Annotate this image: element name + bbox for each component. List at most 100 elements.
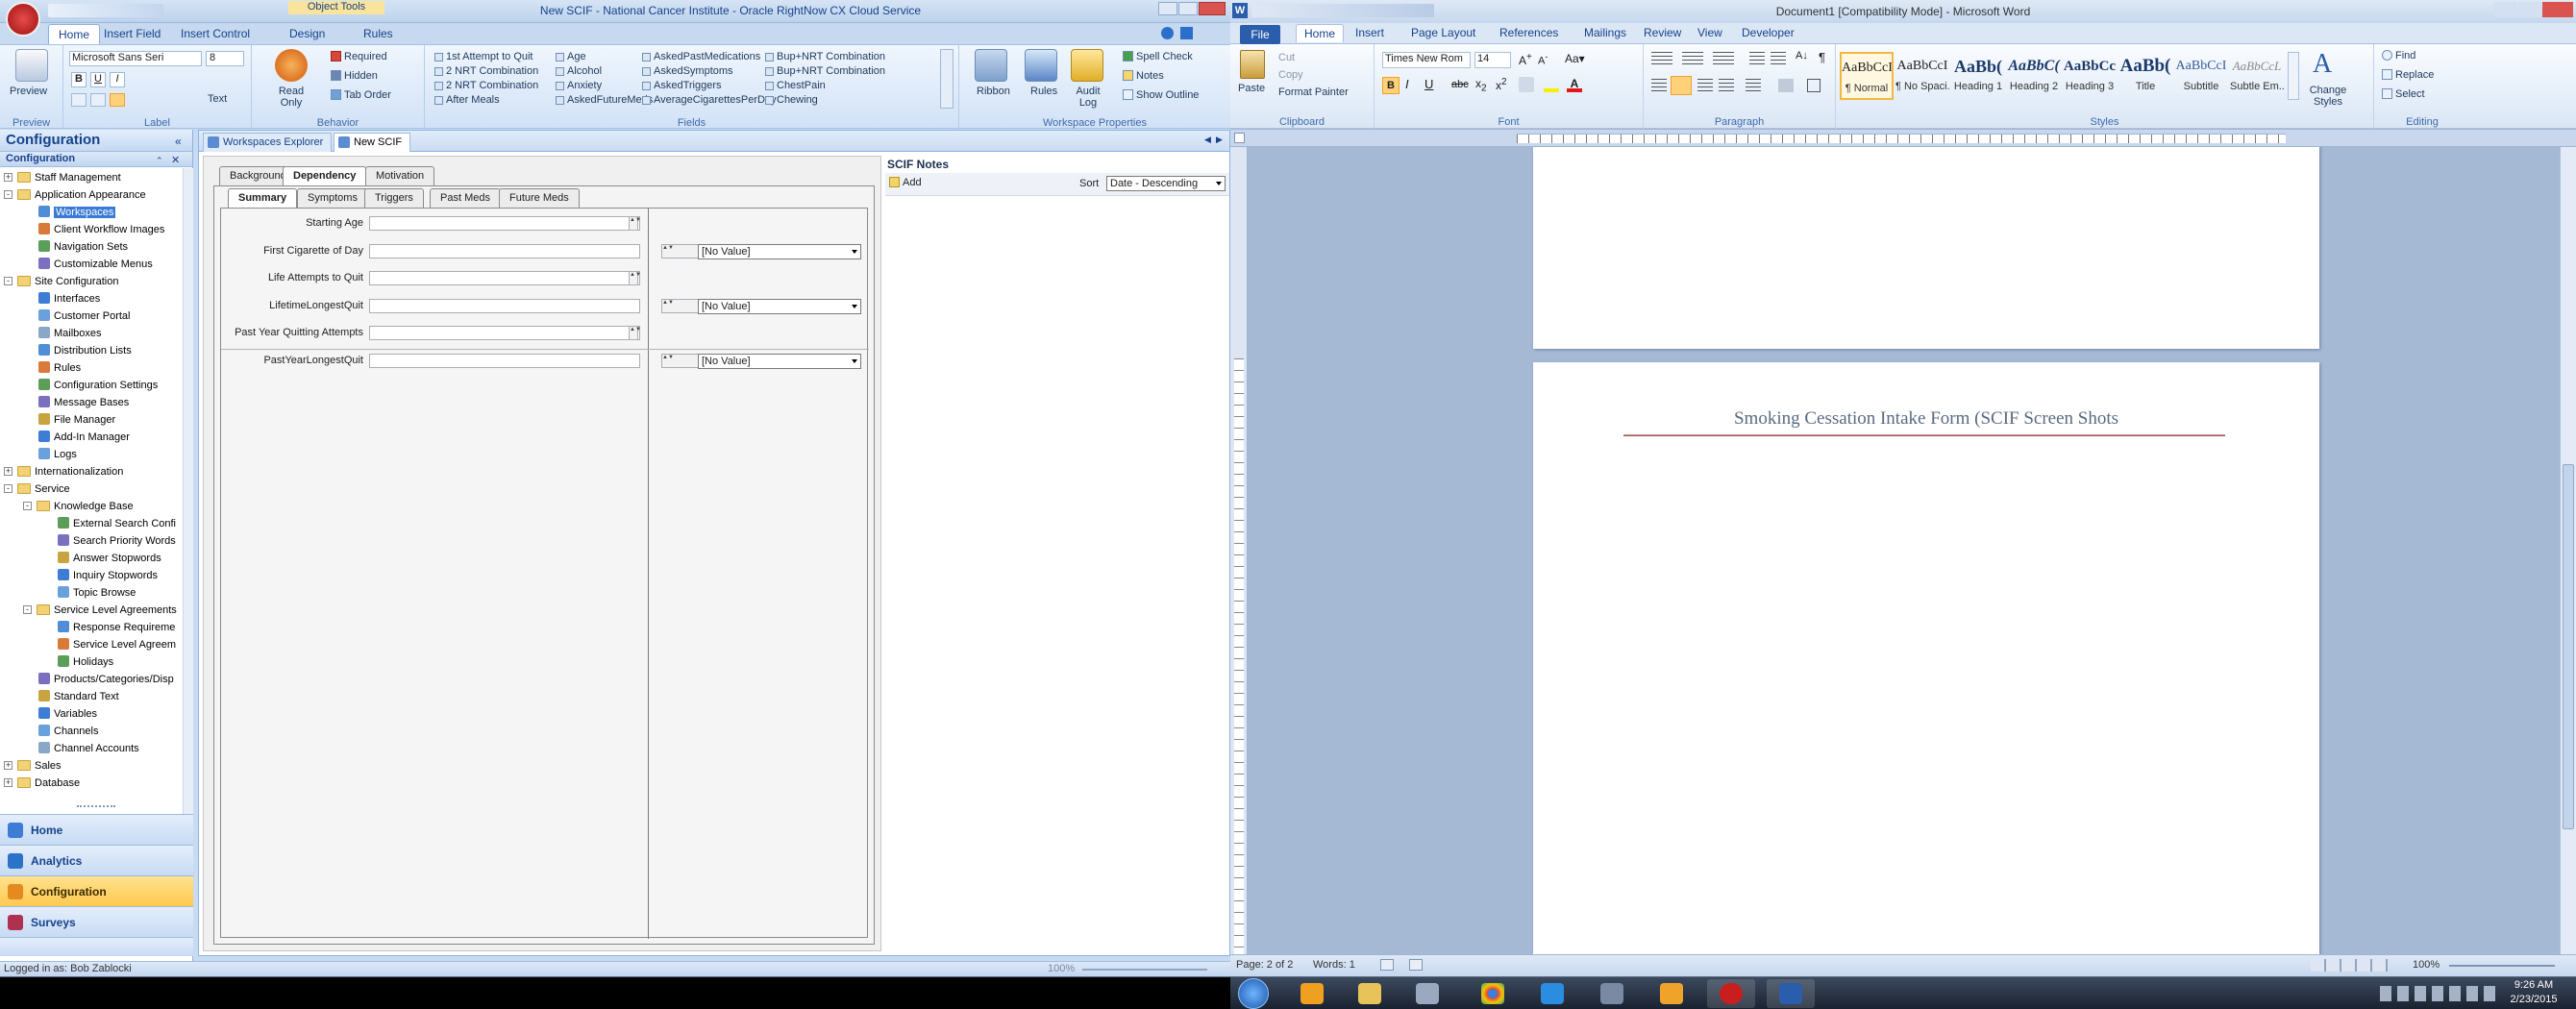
start-button[interactable] [1238, 978, 1269, 1009]
nav-button-analytics[interactable]: Analytics [0, 845, 193, 875]
page-2[interactable]: Smoking Cessation Intake Form (SCIF Scre… [1533, 362, 2319, 954]
tab-selector[interactable] [1234, 133, 1245, 143]
taskbar-app3[interactable] [1403, 979, 1451, 1008]
audit-log-button[interactable]: Audit Log [1071, 86, 1105, 109]
spinner[interactable]: ▲▼ [661, 298, 700, 313]
required-button[interactable]: Required [331, 51, 387, 62]
add-note-button[interactable]: Add [889, 177, 922, 188]
word-tab-mailings[interactable]: Mailings [1584, 26, 1626, 39]
align-center-button[interactable] [90, 93, 106, 107]
nav-button-surveys[interactable]: Surveys [0, 906, 193, 937]
find-button[interactable]: Find [2382, 50, 2415, 62]
word-tab-review[interactable]: Review [1644, 26, 1681, 39]
superscript-button[interactable]: x2 [1496, 77, 1507, 92]
tree-node[interactable]: Standard Text [38, 688, 119, 705]
highlight-button[interactable] [1544, 77, 1559, 92]
help-icon[interactable] [1161, 27, 1174, 39]
style-heading-1[interactable]: AaBb(Heading 1 [1951, 52, 2005, 100]
change-case-button[interactable]: Aa▾ [1565, 52, 1585, 65]
sort-select[interactable]: Date - Descending [1106, 176, 1226, 191]
page-count[interactable]: Page: 2 of 2 [1236, 959, 1293, 971]
field-input[interactable] [369, 326, 640, 341]
field-input[interactable] [369, 216, 640, 231]
increase-indent-button[interactable] [1771, 52, 1786, 65]
tree-node[interactable]: Products/Categories/Disp [38, 671, 174, 688]
collapse-icon[interactable]: - [4, 277, 12, 285]
align-right-button[interactable] [1697, 79, 1713, 92]
taskbar-word[interactable] [1767, 979, 1815, 1008]
tree-node[interactable]: Site Configuration [17, 273, 118, 290]
bold-button[interactable]: B [1382, 77, 1399, 94]
italic-button[interactable]: I [110, 72, 125, 87]
justify-button[interactable] [1719, 79, 1734, 92]
vertical-ruler[interactable] [1230, 147, 1248, 954]
splitter-grip[interactable] [77, 805, 115, 809]
tab-insert-control[interactable]: Insert Control [171, 24, 260, 44]
tree-node[interactable]: Answer Stopwords [58, 550, 161, 567]
select-button[interactable]: Select [2382, 88, 2425, 100]
show-hide-button[interactable]: ¶ [1819, 50, 1825, 64]
tab-motivation[interactable]: Motivation [365, 166, 435, 185]
tab-summary[interactable]: Summary [228, 188, 298, 208]
spinner[interactable]: ▲▼ [661, 354, 700, 368]
taskbar-rightnow[interactable] [1707, 979, 1755, 1008]
notes-button[interactable]: Notes [1123, 70, 1164, 82]
tree-node[interactable]: Inquiry Stopwords [58, 567, 158, 584]
strikethrough-button[interactable]: abc [1451, 79, 1469, 90]
tab-scroll-left-icon[interactable]: ◀ [1204, 135, 1211, 145]
word-tab-view[interactable]: View [1697, 26, 1722, 39]
style-subtitle[interactable]: AaBbCcI Subtitle [2174, 52, 2228, 100]
tree-node[interactable]: Workspaces [38, 204, 116, 221]
style-title[interactable]: AaBb(Title [2118, 52, 2172, 100]
show-outline-button[interactable]: Show Outline [1123, 89, 1199, 101]
field-item[interactable]: Alcohol [556, 65, 602, 77]
taskbar-chrome[interactable] [1469, 979, 1517, 1008]
sort-button[interactable]: A↓ [1796, 50, 1808, 62]
replace-button[interactable]: Replace [2382, 69, 2434, 81]
collapse-icon[interactable]: - [4, 484, 12, 493]
font-size-select[interactable]: 14 [1474, 52, 1511, 68]
ribbon-button[interactable]: Ribbon [977, 86, 1010, 97]
collapse-icon[interactable]: - [23, 502, 32, 510]
field-item[interactable]: Bup+NRT Combination [765, 65, 885, 77]
interval-select[interactable]: [No Value] [698, 354, 861, 369]
nav-button-configuration[interactable]: Configuration [0, 875, 193, 906]
tab-symptoms[interactable]: Symptoms [297, 188, 368, 208]
tree-node[interactable]: Interfaces [38, 290, 100, 308]
underline-button[interactable]: U [1424, 77, 1433, 91]
tree-node[interactable]: Service [17, 480, 70, 498]
tree-node[interactable]: Staff Management [17, 169, 121, 186]
shading-button[interactable] [1778, 79, 1794, 92]
zoom-slider[interactable] [1082, 969, 1207, 971]
field-item[interactable]: 2 NRT Combination [434, 80, 538, 91]
style-heading-3[interactable]: AaBbCc Heading 3 [2063, 52, 2117, 100]
tab-rules[interactable]: Rules [354, 24, 403, 44]
field-item[interactable]: Chewing [765, 94, 818, 106]
bullets-button[interactable] [1651, 52, 1672, 65]
tree-node[interactable]: Response Requireme [58, 619, 175, 636]
word-quick-access-toolbar[interactable] [1251, 4, 1434, 17]
align-right-button[interactable] [110, 93, 125, 107]
tree-node[interactable]: Rules [38, 359, 81, 377]
field-item[interactable]: Bup+NRT Combination [765, 51, 885, 62]
tab-new-scif[interactable]: New SCIF [334, 133, 411, 152]
word-tab-home[interactable]: Home [1296, 24, 1345, 42]
tree-node[interactable]: Variables [38, 705, 97, 723]
word-maximize-button[interactable] [2518, 2, 2541, 17]
field-item[interactable]: After Meals [434, 94, 500, 106]
tree-node[interactable]: Service Level Agreem [58, 636, 176, 653]
tree-node[interactable]: Configuration Settings [38, 377, 158, 394]
taskbar-media-player[interactable] [1288, 979, 1336, 1008]
style-subtle-em-[interactable]: AaBbCcL Subtle Em... [2230, 52, 2284, 100]
word-tab-page-layout[interactable]: Page Layout [1411, 26, 1475, 39]
spinner[interactable]: ▲▼ [629, 326, 641, 341]
subscript-button[interactable]: x2 [1475, 77, 1487, 93]
word-vertical-scrollbar[interactable] [2560, 147, 2576, 954]
collapse-nav-icon[interactable]: « [175, 135, 182, 148]
tree-node[interactable]: Search Priority Words [58, 532, 176, 550]
horizontal-ruler[interactable] [1230, 130, 2576, 147]
word-minimize-button[interactable] [2494, 2, 2517, 17]
tree-node[interactable]: File Manager [38, 411, 115, 429]
tree-node[interactable]: Service Level Agreements [37, 602, 177, 619]
field-item[interactable]: 1st Attempt to Quit [434, 51, 533, 62]
